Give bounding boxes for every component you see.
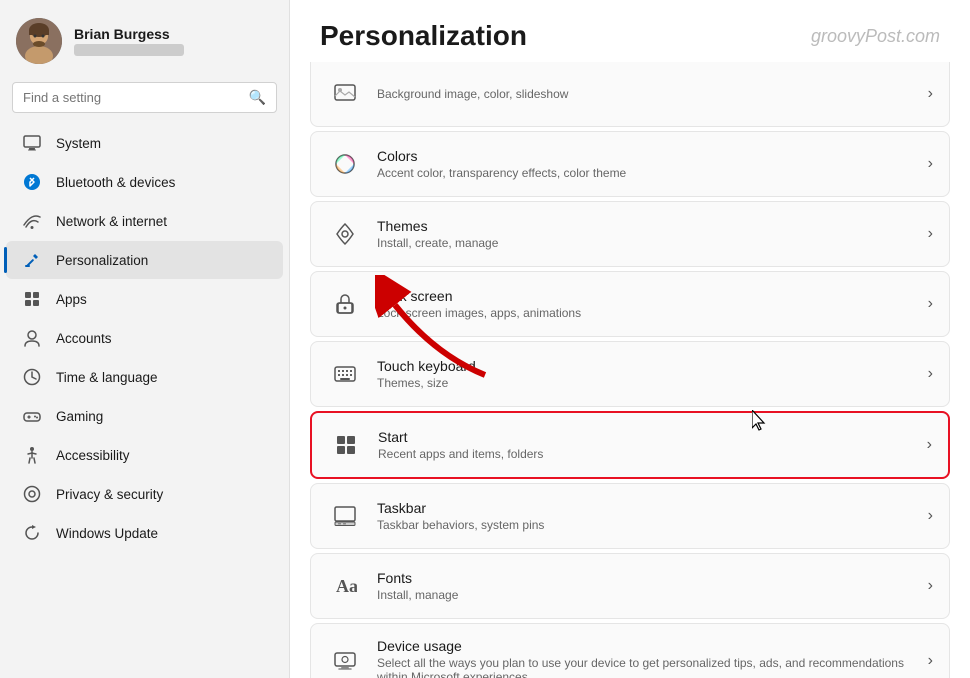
sidebar: Brian Burgess 🔍 System Bluetooth & device…: [0, 0, 290, 678]
personalization-icon: [22, 250, 42, 270]
device-usage-icon: [327, 643, 363, 678]
sidebar-item-time-language[interactable]: Time & language: [6, 358, 283, 396]
sidebar-item-label: System: [56, 136, 101, 151]
sidebar-item-label: Network & internet: [56, 214, 167, 229]
main-header: Personalization groovyPost.com: [290, 0, 970, 62]
sidebar-item-accessibility[interactable]: Accessibility: [6, 436, 283, 474]
search-input[interactable]: [23, 90, 241, 105]
windows-update-icon: [22, 523, 42, 543]
chevron-icon: ›: [928, 507, 933, 525]
chevron-icon: ›: [928, 577, 933, 595]
settings-item-touch-keyboard[interactable]: Touch keyboard Themes, size ›: [310, 341, 950, 407]
start-title: Start: [378, 429, 917, 445]
taskbar-title: Taskbar: [377, 500, 918, 516]
main-content: Personalization groovyPost.com Backgroun…: [290, 0, 970, 678]
sidebar-item-apps[interactable]: Apps: [6, 280, 283, 318]
gaming-icon: [22, 406, 42, 426]
active-indicator: [4, 247, 7, 273]
page-title: Personalization: [320, 20, 527, 52]
chevron-icon: ›: [928, 155, 933, 173]
sidebar-item-label: Gaming: [56, 409, 103, 424]
sidebar-item-label: Bluetooth & devices: [56, 175, 175, 190]
themes-title: Themes: [377, 218, 918, 234]
sidebar-item-label: Personalization: [56, 253, 148, 268]
settings-item-themes[interactable]: Themes Install, create, manage ›: [310, 201, 950, 267]
chevron-icon: ›: [928, 295, 933, 313]
privacy-security-icon: [22, 484, 42, 504]
settings-item-fonts[interactable]: Aa Fonts Install, manage ›: [310, 553, 950, 619]
themes-desc: Install, create, manage: [377, 236, 918, 250]
start-desc: Recent apps and items, folders: [378, 447, 917, 461]
lock-screen-icon: [327, 286, 363, 322]
settings-item-lock-screen[interactable]: Lock screen Lock screen images, apps, an…: [310, 271, 950, 337]
touch-keyboard-title: Touch keyboard: [377, 358, 918, 374]
sidebar-item-gaming[interactable]: Gaming: [6, 397, 283, 435]
settings-item-start[interactable]: Start Recent apps and items, folders ›: [310, 411, 950, 479]
sidebar-item-label: Privacy & security: [56, 487, 163, 502]
apps-icon: [22, 289, 42, 309]
sidebar-item-network[interactable]: Network & internet: [6, 202, 283, 240]
sidebar-item-system[interactable]: System: [6, 124, 283, 162]
sidebar-nav: System Bluetooth & devices Network & inter…: [0, 123, 289, 678]
settings-item-colors[interactable]: Colors Accent color, transparency effect…: [310, 131, 950, 197]
chevron-icon: ›: [928, 652, 933, 670]
chevron-icon: ›: [928, 225, 933, 243]
touch-keyboard-desc: Themes, size: [377, 376, 918, 390]
taskbar-icon: [327, 498, 363, 534]
colors-icon: [327, 146, 363, 182]
device-usage-desc: Select all the ways you plan to use your…: [377, 656, 918, 678]
colors-title: Colors: [377, 148, 918, 164]
chevron-icon: ›: [928, 85, 933, 103]
sidebar-item-personalization[interactable]: Personalization: [6, 241, 283, 279]
sidebar-item-privacy-security[interactable]: Privacy & security: [6, 475, 283, 513]
avatar[interactable]: [16, 18, 62, 64]
sidebar-item-label: Accounts: [56, 331, 112, 346]
fonts-icon: Aa: [327, 568, 363, 604]
colors-desc: Accent color, transparency effects, colo…: [377, 166, 918, 180]
profile-section[interactable]: Brian Burgess: [0, 0, 289, 78]
sidebar-item-bluetooth[interactable]: Bluetooth & devices: [6, 163, 283, 201]
settings-item-taskbar[interactable]: Taskbar Taskbar behaviors, system pins ›: [310, 483, 950, 549]
accessibility-icon: [22, 445, 42, 465]
network-icon: [22, 211, 42, 231]
start-icon: [328, 427, 364, 463]
taskbar-desc: Taskbar behaviors, system pins: [377, 518, 918, 532]
watermark: groovyPost.com: [811, 26, 940, 47]
settings-item-device-usage[interactable]: Device usage Select all the ways you pla…: [310, 623, 950, 678]
chevron-icon: ›: [928, 365, 933, 383]
sidebar-item-label: Time & language: [56, 370, 158, 385]
time-language-icon: [22, 367, 42, 387]
settings-list: Background image, color, slideshow › Col…: [290, 62, 970, 678]
profile-name: Brian Burgess: [74, 26, 184, 42]
themes-icon: [327, 216, 363, 252]
profile-email: [74, 44, 184, 56]
sidebar-item-label: Apps: [56, 292, 87, 307]
sidebar-item-label: Windows Update: [56, 526, 158, 541]
lock-screen-desc: Lock screen images, apps, animations: [377, 306, 918, 320]
accounts-icon: [22, 328, 42, 348]
search-box[interactable]: 🔍: [12, 82, 277, 113]
sidebar-item-windows-update[interactable]: Windows Update: [6, 514, 283, 552]
svg-text:Aa: Aa: [336, 576, 357, 596]
background-desc: Background image, color, slideshow: [377, 87, 918, 101]
search-icon: 🔍: [249, 89, 266, 106]
sidebar-item-accounts[interactable]: Accounts: [6, 319, 283, 357]
chevron-icon: ›: [927, 436, 932, 454]
lock-screen-title: Lock screen: [377, 288, 918, 304]
bluetooth-icon: [22, 172, 42, 192]
profile-info: Brian Burgess: [74, 26, 184, 56]
touch-keyboard-icon: [327, 356, 363, 392]
fonts-title: Fonts: [377, 570, 918, 586]
device-usage-title: Device usage: [377, 638, 918, 654]
system-icon: [22, 133, 42, 153]
background-icon: [327, 76, 363, 112]
settings-item-background[interactable]: Background image, color, slideshow ›: [310, 62, 950, 127]
fonts-desc: Install, manage: [377, 588, 918, 602]
sidebar-item-label: Accessibility: [56, 448, 130, 463]
